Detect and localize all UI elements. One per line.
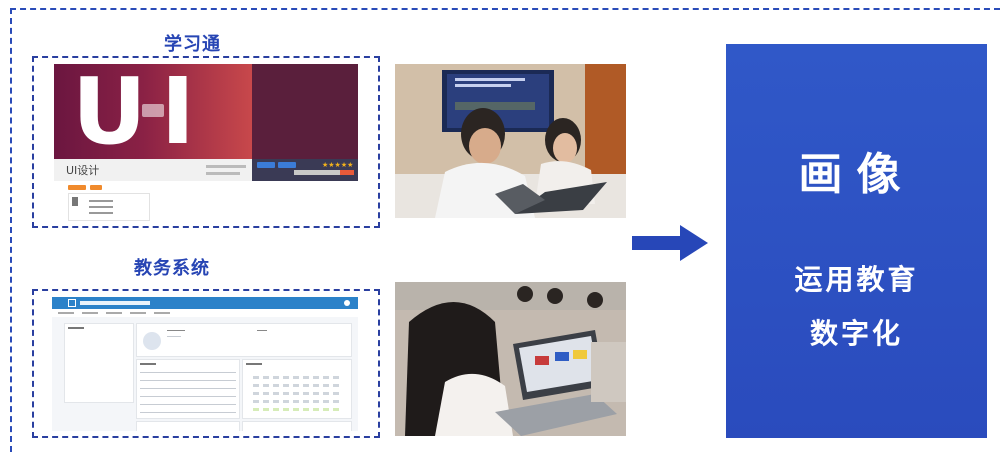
rating-stars-icon: ★★★★★	[322, 161, 354, 169]
system-nav	[52, 309, 358, 317]
notice-panel	[136, 359, 240, 419]
course-hero-letters: UI	[72, 64, 209, 159]
slide: 学习通 UI UI设计 ★★★★★ 教务系统 画像 运用教育 数字化	[0, 0, 1006, 452]
classroom-photo-2	[395, 282, 626, 436]
bottom-panel	[136, 421, 240, 431]
outer-dashed-border-left	[10, 8, 12, 452]
xuexitong-label: 学习通	[164, 34, 221, 55]
portrait-line-1: 运用教育	[794, 263, 919, 296]
right-arrow-icon	[632, 225, 708, 261]
outline-line	[89, 200, 113, 202]
course-name: UI设计	[66, 164, 100, 177]
left-panel	[64, 323, 134, 403]
jiaowu-label: 教务系统	[134, 258, 210, 279]
outer-dashed-border-top	[10, 8, 1000, 10]
portrait-title: 画像	[798, 149, 915, 200]
classroom-photo-1	[395, 64, 626, 218]
user-icon	[344, 300, 350, 306]
mini-button	[278, 162, 296, 168]
portrait-panel: 画像 运用教育 数字化	[726, 44, 987, 438]
course-tag	[90, 185, 102, 190]
system-title	[80, 301, 150, 305]
edu-system-screenshot	[52, 297, 358, 431]
monitor-icon	[68, 299, 76, 307]
avatar	[143, 332, 161, 350]
system-header	[52, 297, 358, 309]
price-value	[340, 170, 354, 175]
course-outline	[68, 193, 150, 221]
portrait-line-2: 数字化	[809, 317, 903, 350]
course-meta-text	[206, 165, 246, 168]
course-card: UI UI设计 ★★★★★	[54, 64, 358, 221]
bottom-panel	[242, 421, 352, 431]
profile-panel	[136, 323, 352, 357]
mini-button	[257, 162, 275, 168]
outline-thumb	[72, 197, 78, 206]
course-hero-image: UI	[54, 64, 252, 159]
course-tag	[68, 185, 86, 190]
outline-line	[89, 206, 113, 208]
outline-line	[89, 212, 113, 214]
course-meta-text	[206, 172, 240, 175]
schedule-panel	[242, 359, 352, 419]
play-icon	[142, 104, 164, 117]
course-side-panel	[252, 64, 358, 159]
